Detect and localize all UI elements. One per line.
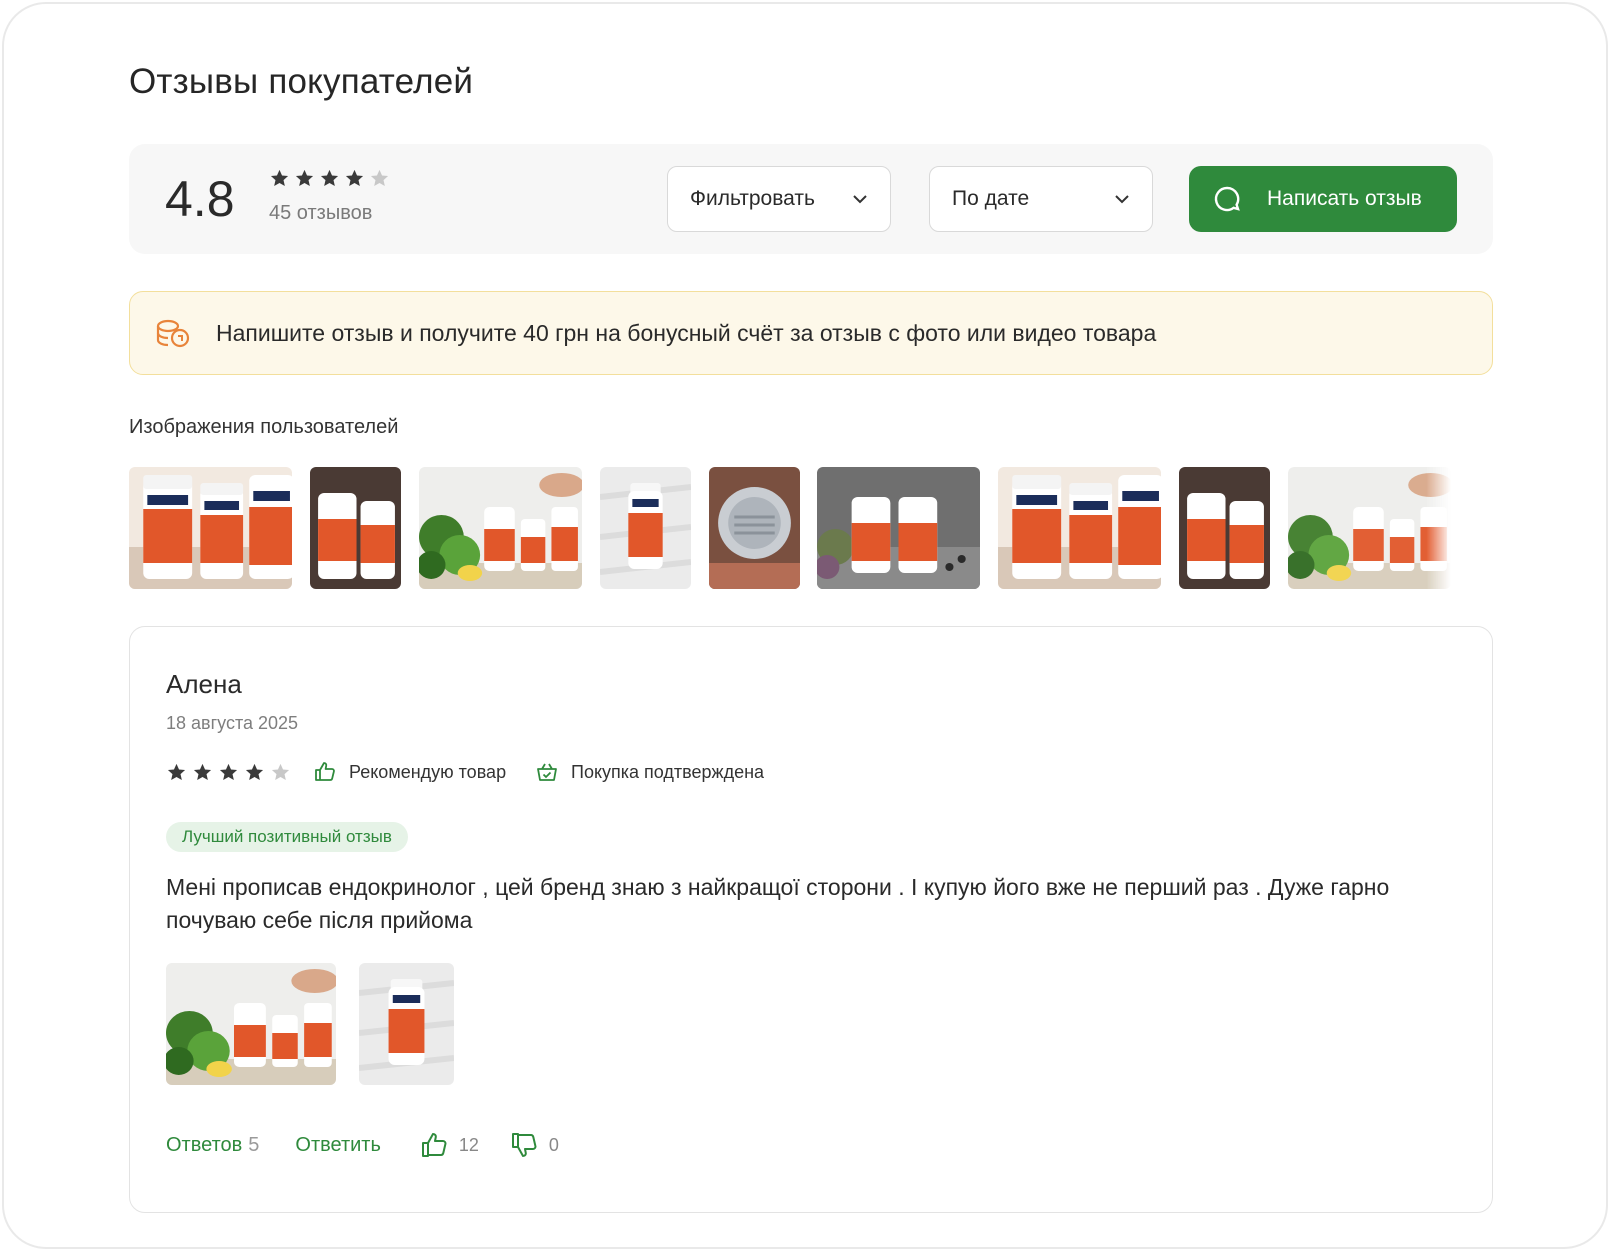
verified-label: Покупка подтверждена [571,761,765,782]
write-review-label: Написать отзыв [1267,187,1422,210]
user-images-gallery [129,467,1429,589]
star-filled-icon [319,168,340,189]
like-icon [421,1133,447,1157]
best-review-badge: Лучший позитивный отзыв [166,822,408,852]
average-rating: 4.8 [165,171,235,227]
review-actions: Ответов 5 Ответить 12 0 [166,1130,559,1160]
sort-label: По дате [952,187,1030,210]
review-text: Мені прописав ендокринолог , цей бренд з… [166,874,1390,933]
star-empty-icon [270,762,291,783]
review-author: Алена [166,669,242,699]
star-filled-icon [269,168,290,189]
replies-label: Ответов [166,1133,243,1156]
user-image-thumb[interactable] [310,467,401,589]
review-photo[interactable] [166,963,336,1085]
rating-summary: 4.8 45 отзывов Фильтровать По дате Напис… [129,144,1493,254]
star-filled-icon [344,168,365,189]
verified-tag: Покупка подтверждена [535,760,764,784]
user-image-thumb[interactable] [817,467,980,589]
chat-bubble-icon [1214,186,1240,212]
recommend-label: Рекомендую товар [349,761,507,782]
filter-dropdown[interactable]: Фильтровать [667,166,891,232]
chevron-down-icon [1115,195,1129,204]
user-images-title: Изображения пользователей [129,416,399,438]
like-button[interactable]: 12 [419,1130,479,1160]
user-image-thumb[interactable] [709,467,800,589]
user-image-thumb[interactable] [1179,467,1270,589]
reviews-count: 45 отзывов [269,202,373,224]
chevron-down-icon [853,195,867,204]
star-filled-icon [244,762,265,783]
review-card: Алена 18 августа 2025 Рекомендую товар П… [129,626,1493,1213]
user-image-thumb[interactable] [998,467,1161,589]
review-photo[interactable] [359,963,454,1085]
basket-check-icon [537,763,557,781]
replies-count: 5 [248,1133,260,1156]
star-filled-icon [166,762,187,783]
user-image-thumb[interactable] [600,467,691,589]
coins-icon [156,319,190,348]
replies-link[interactable]: Ответов 5 [166,1134,259,1157]
user-image-thumb[interactable] [1288,467,1451,589]
sort-dropdown[interactable]: По дате [929,166,1153,232]
rating-stars [269,168,390,189]
page-title: Отзывы покупателей [129,62,474,101]
filter-label: Фильтровать [690,187,815,210]
dislike-icon [511,1133,537,1157]
user-image-thumb[interactable] [419,467,582,589]
star-empty-icon [369,168,390,189]
write-review-button[interactable]: Написать отзыв [1189,166,1457,232]
recommend-tag: Рекомендую товар [313,760,506,784]
review-rating-stars [166,762,291,783]
review-date: 18 августа 2025 [166,713,299,733]
star-filled-icon [192,762,213,783]
dislike-count: 0 [548,1134,559,1155]
bonus-text: Напишите отзыв и получите 40 грн на бону… [216,319,1157,346]
star-filled-icon [294,168,315,189]
star-filled-icon [218,762,239,783]
dislike-button[interactable]: 0 [509,1130,559,1160]
user-image-thumb[interactable] [129,467,292,589]
thumbs-up-icon [315,762,335,781]
page-frame: Отзывы покупателей 4.8 45 отзывов Фильтр… [2,2,1608,1249]
like-count: 12 [458,1134,479,1155]
bonus-banner: Напишите отзыв и получите 40 грн на бону… [129,291,1493,375]
reply-button[interactable]: Ответить [295,1134,381,1157]
